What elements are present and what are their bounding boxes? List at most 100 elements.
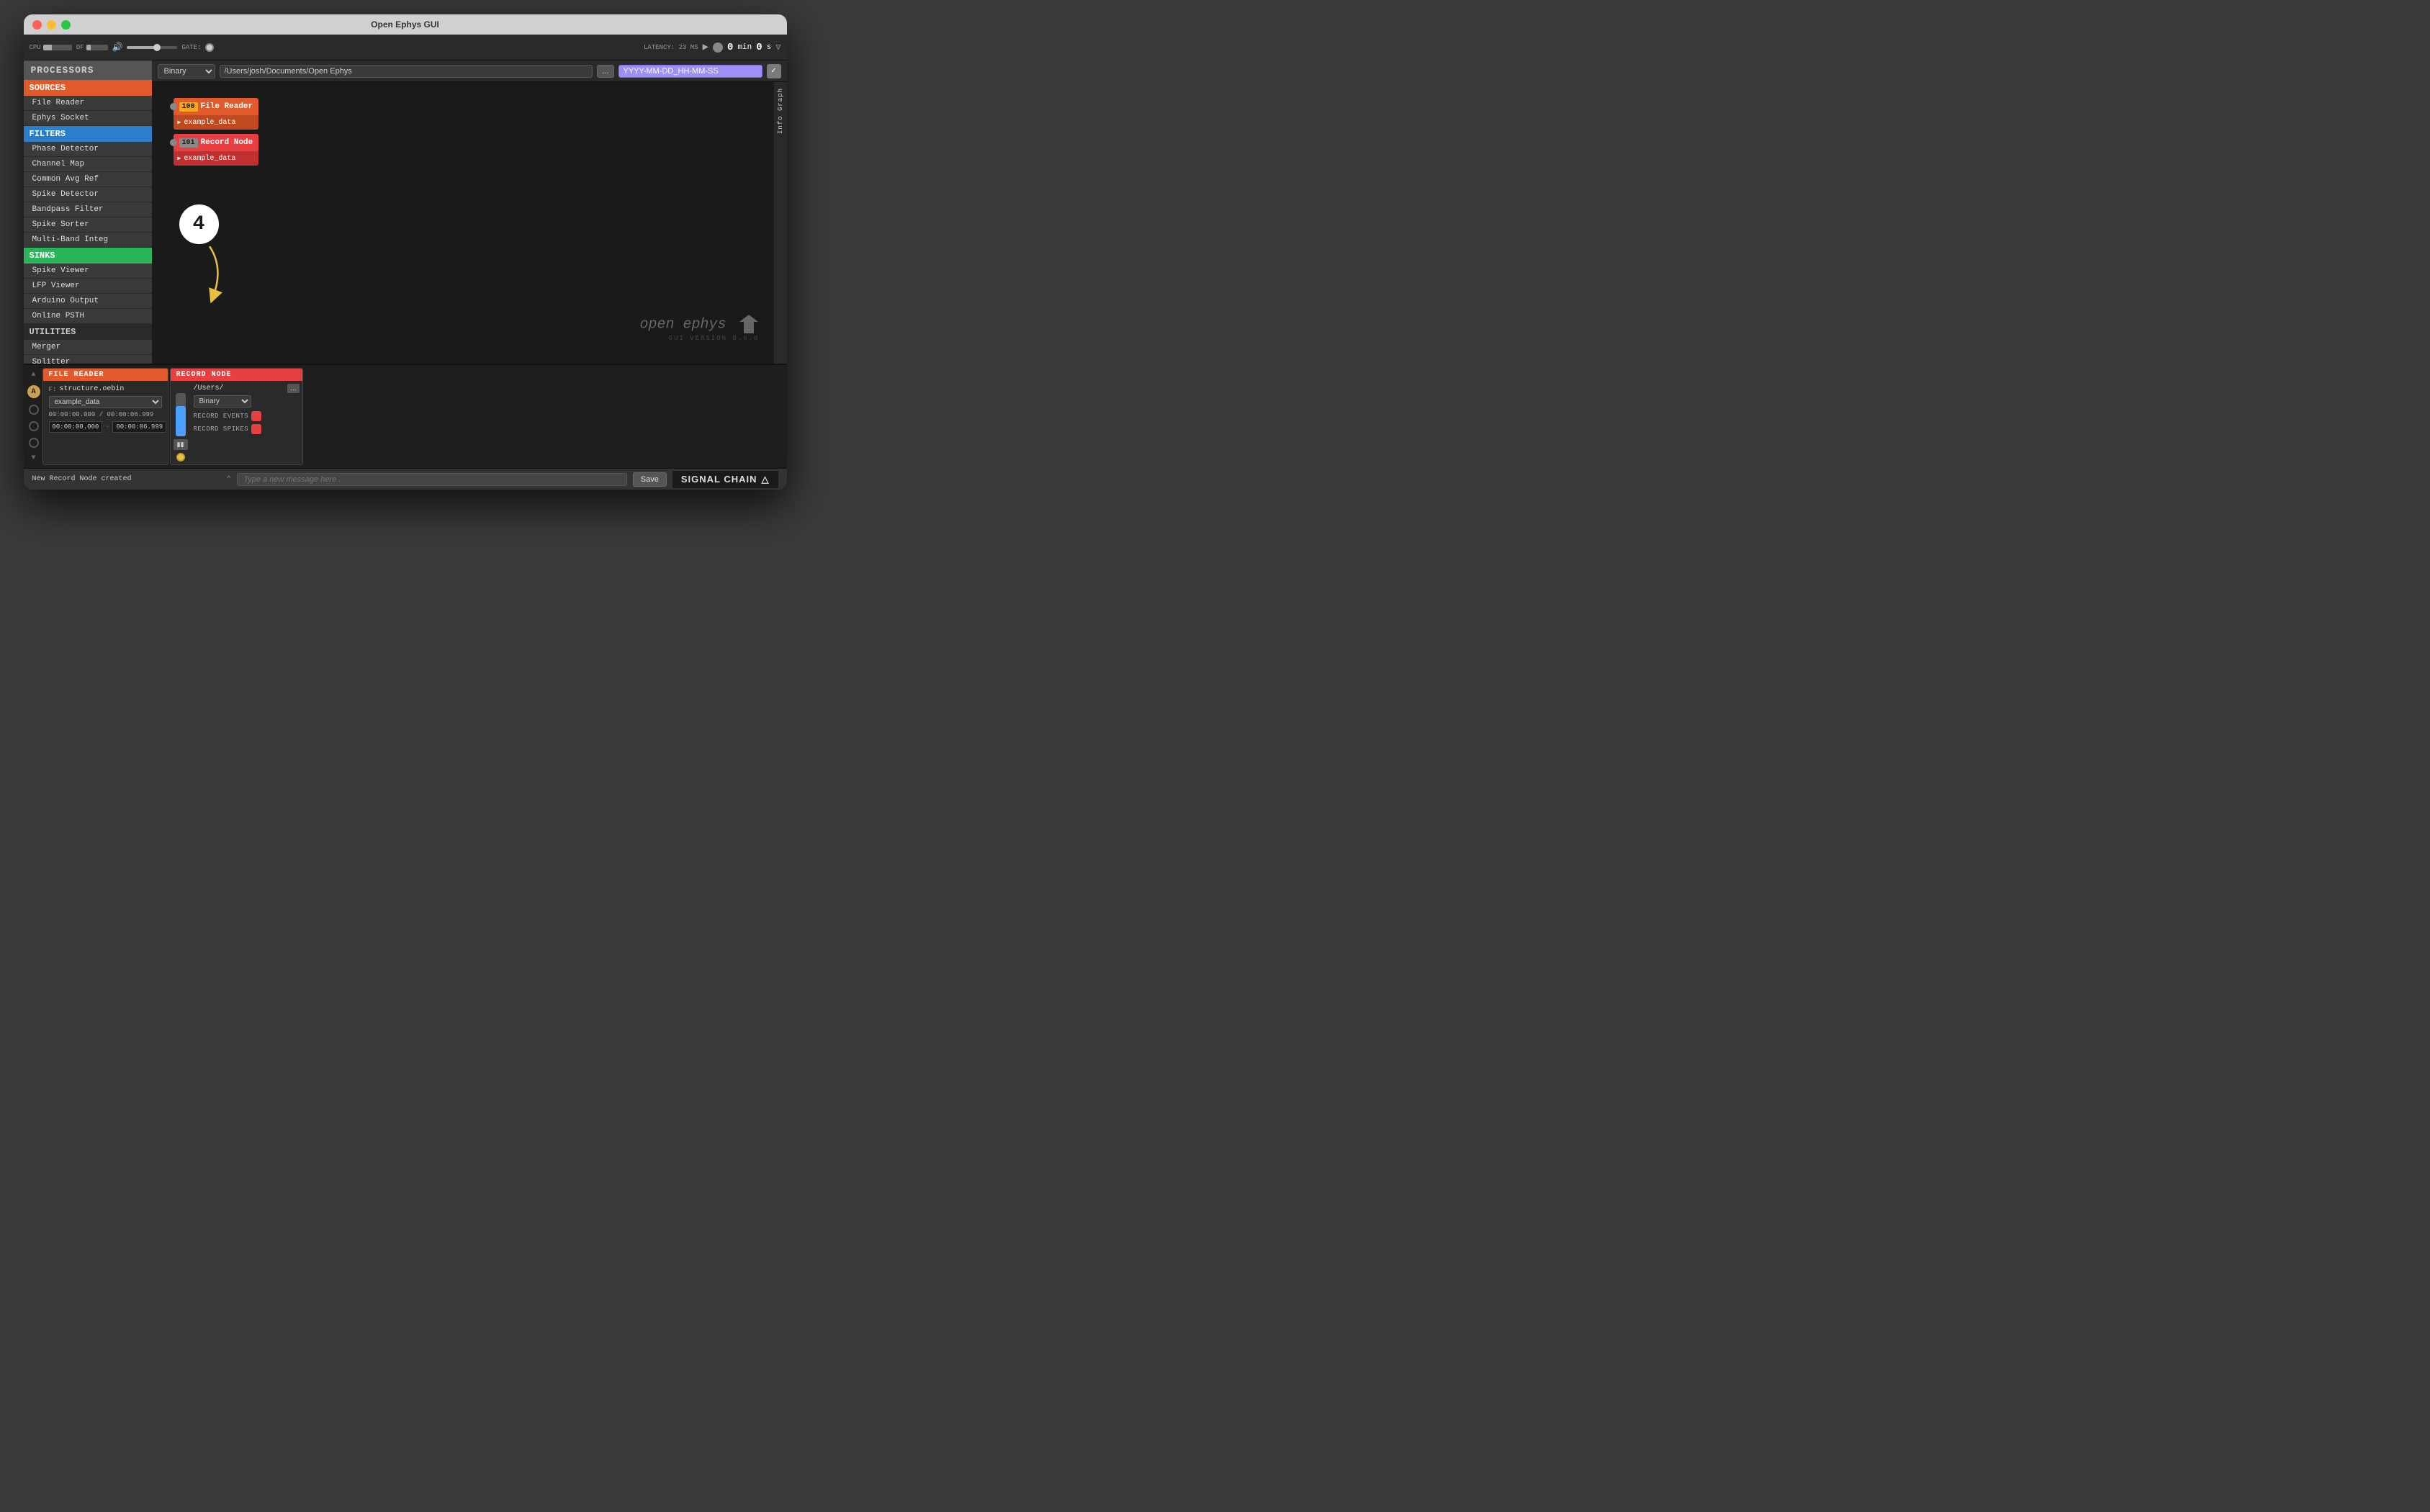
sidebar-item-multiband-integ[interactable]: Multi-Band Integ [24,233,152,248]
sidebar-item-merger[interactable]: Merger [24,340,152,355]
maximize-button[interactable] [61,20,71,30]
rn-left-controls: ▮▮ [171,381,191,464]
rn-format-select[interactable]: Binary [194,395,251,408]
statusbar: New Record Node created ⌃ Save SIGNAL CH… [24,468,787,490]
sidebar-item-common-avg-ref[interactable]: Common Avg Ref [24,172,152,187]
node2-label: Record Node [201,138,253,147]
window-controls[interactable] [32,20,71,30]
rn-pause-button[interactable]: ▮▮ [174,439,188,450]
sidebar-item-file-reader[interactable]: File Reader [24,96,152,111]
graph-row: 100 File Reader ▶ example_data 101 [152,82,787,364]
rn-level-fill [176,406,186,436]
signal-chain-label: SIGNAL CHAIN [681,474,757,485]
status-chevron-icon: ⌃ [226,474,231,485]
sidebar-item-lfp-viewer[interactable]: LFP Viewer [24,279,152,294]
annotation-4: 4 [179,204,219,244]
main-window: Open Ephys GUI CPU DF 🔊 GATE: LATENCY: 2… [24,14,787,490]
filters-header: FILTERS [24,126,152,142]
node1-sublabel: example_data [184,119,235,127]
format-select[interactable]: Binary [158,64,215,78]
rn-format-row: Binary [191,393,302,410]
panel-circle-3 [29,438,39,448]
close-button[interactable] [32,20,42,30]
watermark: open ephys GUI VERSION 0.6.0 [639,313,759,342]
file-reader-panel-body: F: structure.oebin example_data 00:00:00… [43,381,168,437]
signal-chain-icon: △ [762,474,770,485]
message-input[interactable] [237,473,626,486]
sidebar-item-spike-detector[interactable]: Spike Detector [24,187,152,202]
utilities-header: UTILITIES [24,324,152,340]
fr-folder-row: example_data [49,396,162,408]
fr-time-end[interactable]: 00:00:06.999 [112,421,166,433]
cpu-bar [43,45,72,50]
node1-connector [170,103,177,110]
fr-f-label: F: [49,386,57,393]
rn-record-spikes-row: RECORD SPIKES [191,423,302,436]
node2-subrow: ▶ example_data [174,151,259,166]
volume-fill [127,46,155,49]
titlebar: Open Ephys GUI [24,14,787,35]
rn-inner: RECORD NODE ▮▮ /Users/ ... [171,369,302,464]
time-dropdown-icon[interactable]: ▽ [775,42,780,53]
ephys-logo-icon [738,313,760,335]
node2-header: 101 Record Node [174,134,259,151]
fr-folder-select[interactable]: example_data [49,396,162,408]
panel-arrow-down[interactable]: ▼ [31,454,35,462]
rn-path-value: /Users/ [194,384,286,392]
filename-input[interactable] [618,65,762,78]
sidebar-item-online-psth[interactable]: Online PSTH [24,309,152,324]
rn-level-slider[interactable] [176,393,186,436]
time-minutes: 0 [727,42,733,53]
rn-record-spikes-toggle[interactable] [251,424,261,434]
node2-sublabel: example_data [184,155,235,163]
annotation-arrow [188,246,231,304]
fr-filename: structure.oebin [59,385,124,393]
latency-label: LATENCY: 23 MS [644,44,698,51]
watermark-version: GUI VERSION 0.6.0 [639,335,759,342]
play-button[interactable]: ▶ [703,41,708,53]
fr-time-start[interactable]: 00:00:00.000 [49,421,103,433]
graph-node-file-reader[interactable]: 100 File Reader ▶ example_data [174,98,259,130]
rn-record-events-label: RECORD EVENTS [194,413,249,420]
volume-slider[interactable] [127,46,177,49]
save-button[interactable]: Save [633,472,667,487]
processors-header: PROCESSORS [24,60,152,80]
record-node-panel-header: RECORD NODE [171,369,302,381]
graph-canvas: 100 File Reader ▶ example_data 101 [152,82,774,364]
file-reader-panel: FILE READER F: structure.oebin example_d… [42,368,168,465]
path-input[interactable] [220,65,593,78]
cpu-label: CPU [30,44,41,51]
record-button[interactable] [713,42,723,53]
browse-button[interactable]: ... [597,65,613,78]
gate-knob[interactable] [205,43,214,52]
sidebar-item-splitter[interactable]: Splitter [24,355,152,364]
minimize-button[interactable] [47,20,56,30]
cpu-meter: CPU [30,44,72,51]
panel-arrow-up[interactable]: ▲ [31,371,35,379]
sidebar-item-ephys-socket[interactable]: Ephys Socket [24,111,152,126]
toolbar2: Binary ... ✓ [152,60,787,82]
panel-a-button[interactable]: A [27,385,40,398]
node2-connector [170,139,177,146]
signal-chain-button[interactable]: SIGNAL CHAIN △ [672,471,778,488]
sidebar-item-spike-viewer[interactable]: Spike Viewer [24,264,152,279]
time-sep: - [105,423,109,431]
rn-record-events-toggle[interactable] [251,411,261,421]
main-area: PROCESSORS SOURCES File Reader Ephys Soc… [24,60,787,364]
sidebar-item-bandpass-filter[interactable]: Bandpass Filter [24,202,152,217]
sidebar-item-spike-sorter[interactable]: Spike Sorter [24,217,152,233]
rn-right-controls: /Users/ ... Binary RECORD EVENTS [191,381,302,464]
df-bar [86,45,108,50]
rn-path-row: /Users/ ... [191,381,302,393]
graph-node-record-node[interactable]: 101 Record Node ▶ example_data [174,134,259,166]
node2-id: 101 [179,138,198,148]
speaker-icon[interactable]: 🔊 [112,42,123,53]
rn-browse-button[interactable]: ... [287,384,299,393]
filename-confirm-button[interactable]: ✓ [767,64,781,78]
sidebar-item-phase-detector[interactable]: Phase Detector [24,142,152,157]
panel-controls: ▲ A ▼ [27,368,41,465]
sidebar-item-arduino-output[interactable]: Arduino Output [24,294,152,309]
rn-status-indicator [176,453,185,462]
sidebar: PROCESSORS SOURCES File Reader Ephys Soc… [24,60,152,364]
sidebar-item-channel-map[interactable]: Channel Map [24,157,152,172]
